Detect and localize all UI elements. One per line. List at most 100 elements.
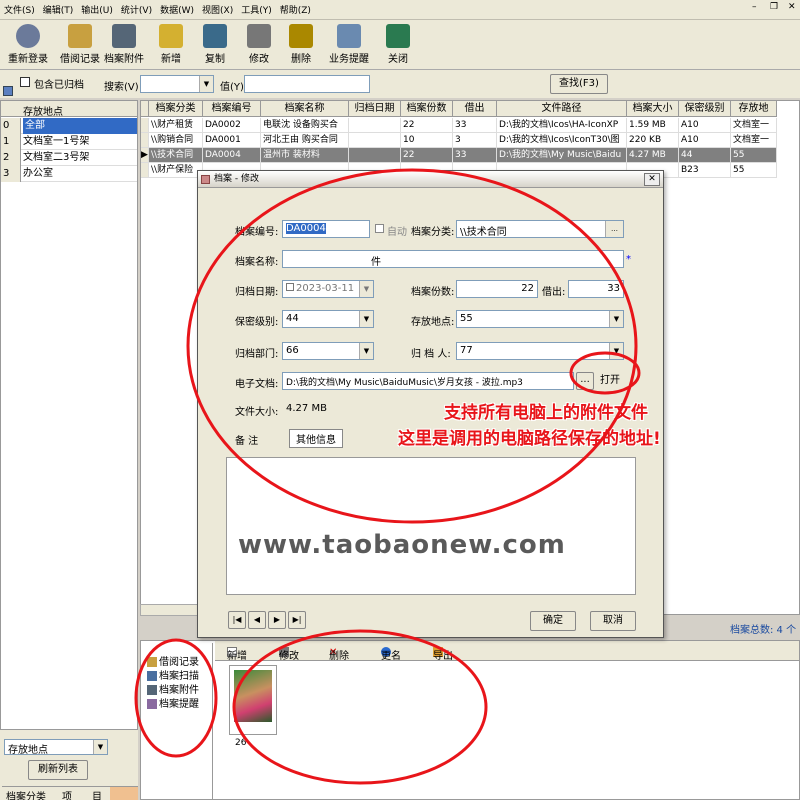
list-item[interactable]: 0 全部 (1, 118, 137, 134)
minimize-icon[interactable]: – (752, 2, 757, 12)
last-record-button[interactable]: ▶| (288, 611, 306, 629)
list-item[interactable]: 3 办公室 (1, 166, 137, 182)
column-header[interactable]: 存放地 (731, 101, 777, 117)
browse-ellipsis-icon[interactable]: … (605, 221, 623, 237)
menu-data[interactable]: 数据(W) (160, 3, 194, 16)
side-item-reminder[interactable]: 档案提醒 (147, 695, 199, 710)
horizontal-scrollbar[interactable] (140, 604, 200, 616)
column-header[interactable]: 档案名称 (261, 101, 349, 117)
cancel-button[interactable]: 取消 (590, 611, 636, 631)
copies-input[interactable]: 22 (456, 280, 538, 298)
table-cell: \\购销合同 (149, 133, 203, 148)
column-header[interactable]: 借出 (453, 101, 497, 117)
secret-select[interactable]: 44 ▼ (282, 310, 374, 328)
secret-label: 保密级别: (235, 317, 279, 328)
column-header[interactable]: 保密级别 (679, 101, 731, 117)
refresh-list-button[interactable]: 刷新列表 (28, 760, 88, 780)
add-button[interactable]: 新增 (152, 22, 190, 68)
archive-no-value: DA0004 (286, 223, 326, 234)
search-field-select[interactable]: ▼ (140, 75, 214, 93)
chevron-down-icon: ▼ (93, 740, 107, 754)
ok-button[interactable]: 确定 (530, 611, 576, 631)
column-header[interactable]: 档案分类 (149, 101, 203, 117)
required-marker: * (626, 254, 631, 265)
menu-tools[interactable]: 工具(Y) (241, 3, 272, 16)
date-checkbox[interactable] (286, 283, 294, 291)
table-cell: D:\我的文档\Icos\IconT30\图 (497, 133, 627, 148)
lent-input[interactable]: 33 (568, 280, 624, 298)
table-cell: DA0001 (203, 133, 261, 148)
close-button[interactable]: 关闭 (380, 22, 416, 68)
borrow-record-button[interactable]: 借阅记录 (58, 22, 102, 68)
search-value-input[interactable] (244, 75, 370, 93)
table-cell: 电联沈 设备购买合 (261, 118, 349, 133)
table-cell: 44 (679, 148, 731, 163)
attachment-button[interactable]: 档案附件 (102, 22, 146, 68)
column-header[interactable]: 档案大小 (627, 101, 679, 117)
name-input[interactable]: 件 (282, 250, 624, 268)
edit-button[interactable]: 修改 (240, 22, 278, 68)
first-record-button[interactable]: |◀ (228, 611, 246, 629)
row-pointer-icon: ▶ (141, 148, 149, 163)
next-record-button[interactable]: ▶ (268, 611, 286, 629)
archive-no-input[interactable]: DA0004 (282, 220, 370, 238)
efile-path-input[interactable]: D:\我的文档\My Music\BaiduMusic\岁月女孩 - 波拉.mp… (282, 372, 574, 390)
column-header[interactable]: 档案编号 (203, 101, 261, 117)
edit-icon (247, 24, 271, 48)
secret-value: 44 (286, 313, 299, 324)
list-item-label: 办公室 (23, 168, 53, 179)
side-item-attachment[interactable]: 档案附件 (147, 681, 199, 696)
tab-category[interactable]: 档案分类 (6, 788, 46, 800)
dept-select[interactable]: 66 ▼ (282, 342, 374, 360)
menu-help[interactable]: 帮助(Z) (280, 3, 311, 16)
tab-note[interactable]: 备 注 (235, 432, 258, 447)
tab-entry[interactable]: 目 (92, 788, 102, 800)
row-pointer-icon (141, 118, 149, 133)
tab-other-info[interactable]: 其他信息 (289, 429, 343, 448)
menu-view[interactable]: 视图(X) (202, 3, 233, 16)
table-cell: A10 (679, 133, 731, 148)
location-select[interactable]: 存放地点 ▼ (4, 739, 108, 755)
copy-button[interactable]: 复制 (196, 22, 234, 68)
column-header[interactable]: 文件路径 (497, 101, 627, 117)
attachment-icon (112, 24, 136, 48)
restore-icon[interactable]: ❐ (770, 2, 778, 12)
auto-checkbox[interactable] (375, 224, 384, 233)
delete-button[interactable]: 删除 (282, 22, 320, 68)
archiver-select[interactable]: 77 ▼ (456, 342, 624, 360)
tab-item[interactable]: 项 (62, 788, 72, 800)
table-row[interactable]: \\财产租赁 DA0002 电联沈 设备购买合 22 33 D:\我的文档\Icos\HA… (141, 118, 799, 133)
menu-output[interactable]: 输出(U) (81, 3, 113, 16)
open-file-button[interactable]: 打开 (596, 372, 624, 390)
menu-stats[interactable]: 统计(V) (121, 3, 152, 16)
list-item[interactable]: 2 文档室二3号架 (1, 150, 137, 166)
button-label: 新增 (227, 651, 247, 662)
close-icon[interactable]: ✕ (788, 2, 796, 12)
dialog-close-icon[interactable]: ✕ (644, 173, 660, 186)
category-input[interactable]: \\技术合同… (456, 220, 624, 238)
find-button[interactable]: 查找(F3) (550, 74, 608, 94)
button-label: 修改 (279, 651, 299, 662)
archive-no-label: 档案编号: (235, 227, 279, 238)
column-header[interactable]: 归档日期 (349, 101, 401, 117)
side-item-scan[interactable]: 档案扫描 (147, 667, 199, 682)
reminder-button[interactable]: 业务提醒 (326, 22, 372, 68)
menu-file[interactable]: 文件(S) (4, 3, 35, 16)
location-field[interactable]: 55 ▼ (456, 310, 624, 328)
date-value: 2023-03-11 (296, 283, 355, 294)
menu-bar: 文件(S) 编辑(T) 输出(U) 统计(V) 数据(W) 视图(X) 工具(Y… (0, 0, 800, 20)
relogin-button[interactable]: 重新登录 (6, 22, 50, 68)
prev-record-button[interactable]: ◀ (248, 611, 266, 629)
table-row[interactable]: \\购销合同 DA0001 河北王由 购买合同 10 3 D:\我的文档\Icos\Ico… (141, 133, 799, 148)
side-item-borrow[interactable]: 借阅记录 (147, 653, 199, 668)
date-picker[interactable]: 2023-03-11 ▼ (282, 280, 374, 298)
note-textarea[interactable] (226, 457, 636, 595)
browse-file-button[interactable]: ... (576, 372, 594, 390)
table-row[interactable]: ▶ \\技术合同 DA0004 温州市 装材料 22 33 D:\我的文档\My Music… (141, 148, 799, 163)
row-number: 0 (1, 118, 21, 134)
attachment-thumbnail[interactable] (229, 665, 277, 735)
include-archived-checkbox[interactable] (20, 77, 30, 87)
menu-edit[interactable]: 编辑(T) (43, 3, 74, 16)
list-item[interactable]: 1 文档室一1号架 (1, 134, 137, 150)
column-header[interactable]: 档案份数 (401, 101, 453, 117)
